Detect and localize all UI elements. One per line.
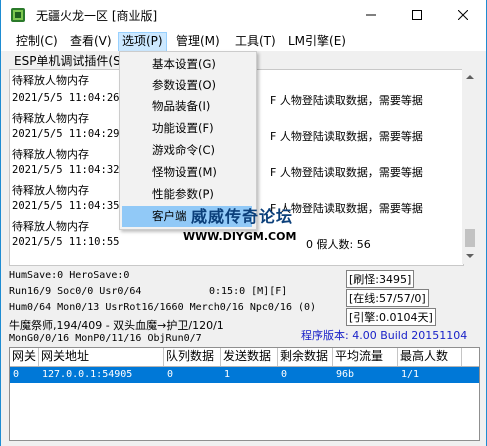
- watermark-url: WWW.DIYGM.COM: [183, 230, 297, 243]
- log-message: 0 假人数: 56: [306, 238, 371, 251]
- menu-item-performance-params[interactable]: 性能参数(P): [122, 184, 252, 205]
- menu-item-feature-settings[interactable]: 功能设置(F): [122, 118, 252, 139]
- app-icon: [10, 7, 26, 23]
- menu-item-basic-settings[interactable]: 基本设置(G): [122, 54, 252, 75]
- status-save: HumSave:0 HeroSave:0: [9, 270, 130, 281]
- refresh-count: [刷怪:3495]: [346, 270, 415, 288]
- log-message: F 人物登陆读取数据，需要等据: [270, 166, 423, 179]
- watermark-text: 威威传奇论坛: [191, 207, 294, 226]
- menu-item-monster-settings[interactable]: 怪物设置(M): [122, 162, 252, 183]
- online-count: [在线:57/57/0]: [346, 289, 429, 307]
- log-scrollbar[interactable]: [462, 69, 478, 264]
- maximize-icon: [412, 10, 422, 20]
- cell-remaining-data: 0: [281, 369, 288, 380]
- log-message: F 人物登陆读取数据，需要等据: [270, 94, 423, 107]
- maximize-button[interactable]: [394, 0, 440, 30]
- minimize-button[interactable]: [348, 0, 394, 30]
- program-version: 程序版本: 4.00 Build 20151104: [301, 329, 468, 342]
- col-max-users[interactable]: 最高人数: [398, 348, 462, 366]
- cell-queue-data: 0: [167, 369, 174, 380]
- engine-uptime: [引擎:0.0104天]: [346, 308, 436, 326]
- log-line: 待释放人物内存: [12, 112, 89, 125]
- log-timestamp: 2021/5/5 11:04:32: [12, 164, 120, 176]
- log-line: 待释放人物内存: [12, 220, 89, 233]
- status-objects: MonG0/0/16 MonP0/11/16 ObjRun0/7: [9, 333, 202, 344]
- cell-sent-data: 1: [224, 369, 231, 380]
- close-icon: [458, 10, 468, 20]
- status-monster: 牛魔祭师,194/409 - 双头血魔→护卫/120/1: [9, 319, 224, 332]
- cell-gateway-address: 127.0.0.1:54905: [42, 369, 133, 380]
- col-remaining-data[interactable]: 剩余数据: [278, 348, 333, 366]
- menu-options[interactable]: 选项(P): [118, 32, 167, 52]
- cell-gateway: 0: [13, 369, 20, 380]
- log-timestamp: 2021/5/5 11:04:29: [12, 128, 120, 140]
- menu-control[interactable]: 控制(C): [13, 33, 61, 51]
- status-timer: 0:15:0 [M][F]: [209, 286, 288, 297]
- scroll-thumb[interactable]: [465, 229, 475, 247]
- menu-item-parameter-settings[interactable]: 参数设置(O): [122, 75, 252, 96]
- window-title: 无疆火龙一区 [商业版]: [36, 9, 158, 23]
- col-avg-traffic[interactable]: 平均流量: [333, 348, 398, 366]
- log-message: F 人物登陆读取数据，需要等据: [270, 130, 423, 143]
- menu-item-item-equipment[interactable]: 物品装备(I): [122, 96, 252, 117]
- col-queue-data[interactable]: 队列数据: [164, 348, 221, 366]
- scroll-up-icon[interactable]: [462, 71, 478, 83]
- table-header: 网关 网关地址 队列数据 发送数据 剩余数据 平均流量 最高人数: [10, 348, 479, 367]
- log-line: 待释放人物内存: [12, 184, 89, 197]
- menu-view[interactable]: 查看(V): [67, 33, 115, 51]
- col-sent-data[interactable]: 发送数据: [221, 348, 278, 366]
- menu-lm-engine[interactable]: LM引擎(E): [285, 33, 349, 51]
- watermark-logo: 威威传奇论坛 WWW.DIYGM.COM: [183, 203, 301, 253]
- gateway-table: 网关 网关地址 队列数据 发送数据 剩余数据 平均流量 最高人数 0 127.0…: [9, 347, 480, 441]
- col-gateway[interactable]: 网关: [10, 348, 39, 366]
- log-timestamp: 2021/5/5 11:10:55: [12, 236, 120, 248]
- menu-bar: 控制(C) 查看(V) 选项(P) 管理(M) 工具(T) LM引擎(E): [1, 30, 486, 52]
- title-bar[interactable]: 无疆火龙一区 [商业版]: [1, 0, 486, 30]
- log-line: 待释放人物内存: [12, 148, 89, 161]
- tab-esp-debug-plugin[interactable]: ESP单机调试插件(S: [14, 52, 121, 69]
- log-timestamp: 2021/5/5 11:04:26: [12, 92, 120, 104]
- main-window: 无疆火龙一区 [商业版] 控制(C) 查看(V) 选项(P) 管理(M) 工具(…: [0, 0, 487, 446]
- menu-manage[interactable]: 管理(M): [173, 33, 223, 51]
- menu-item-game-commands[interactable]: 游戏命令(C): [122, 140, 252, 161]
- cell-max-users: 1/1: [401, 369, 420, 380]
- menu-tools[interactable]: 工具(T): [232, 33, 279, 51]
- col-gateway-address[interactable]: 网关地址: [39, 348, 164, 366]
- close-button[interactable]: [440, 0, 486, 30]
- log-timestamp: 2021/5/5 11:04:35: [12, 200, 120, 212]
- scroll-down-icon[interactable]: [462, 250, 478, 262]
- cell-avg-traffic: 96b: [336, 369, 355, 380]
- minimize-icon: [366, 14, 376, 16]
- table-row[interactable]: 0 127.0.0.1:54905 0 1 0 96b 1/1: [10, 367, 479, 383]
- log-line: 待释放人物内存: [12, 74, 89, 87]
- status-panel: HumSave:0 HeroSave:0 Run16/9 Soc0/0 Usr0…: [9, 268, 478, 348]
- status-hum: Hum0/64 Mon0/13 UsrRot16/1660 Merch0/16 …: [9, 302, 317, 313]
- status-run: Run16/9 Soc0/0 Usr0/64: [9, 286, 142, 297]
